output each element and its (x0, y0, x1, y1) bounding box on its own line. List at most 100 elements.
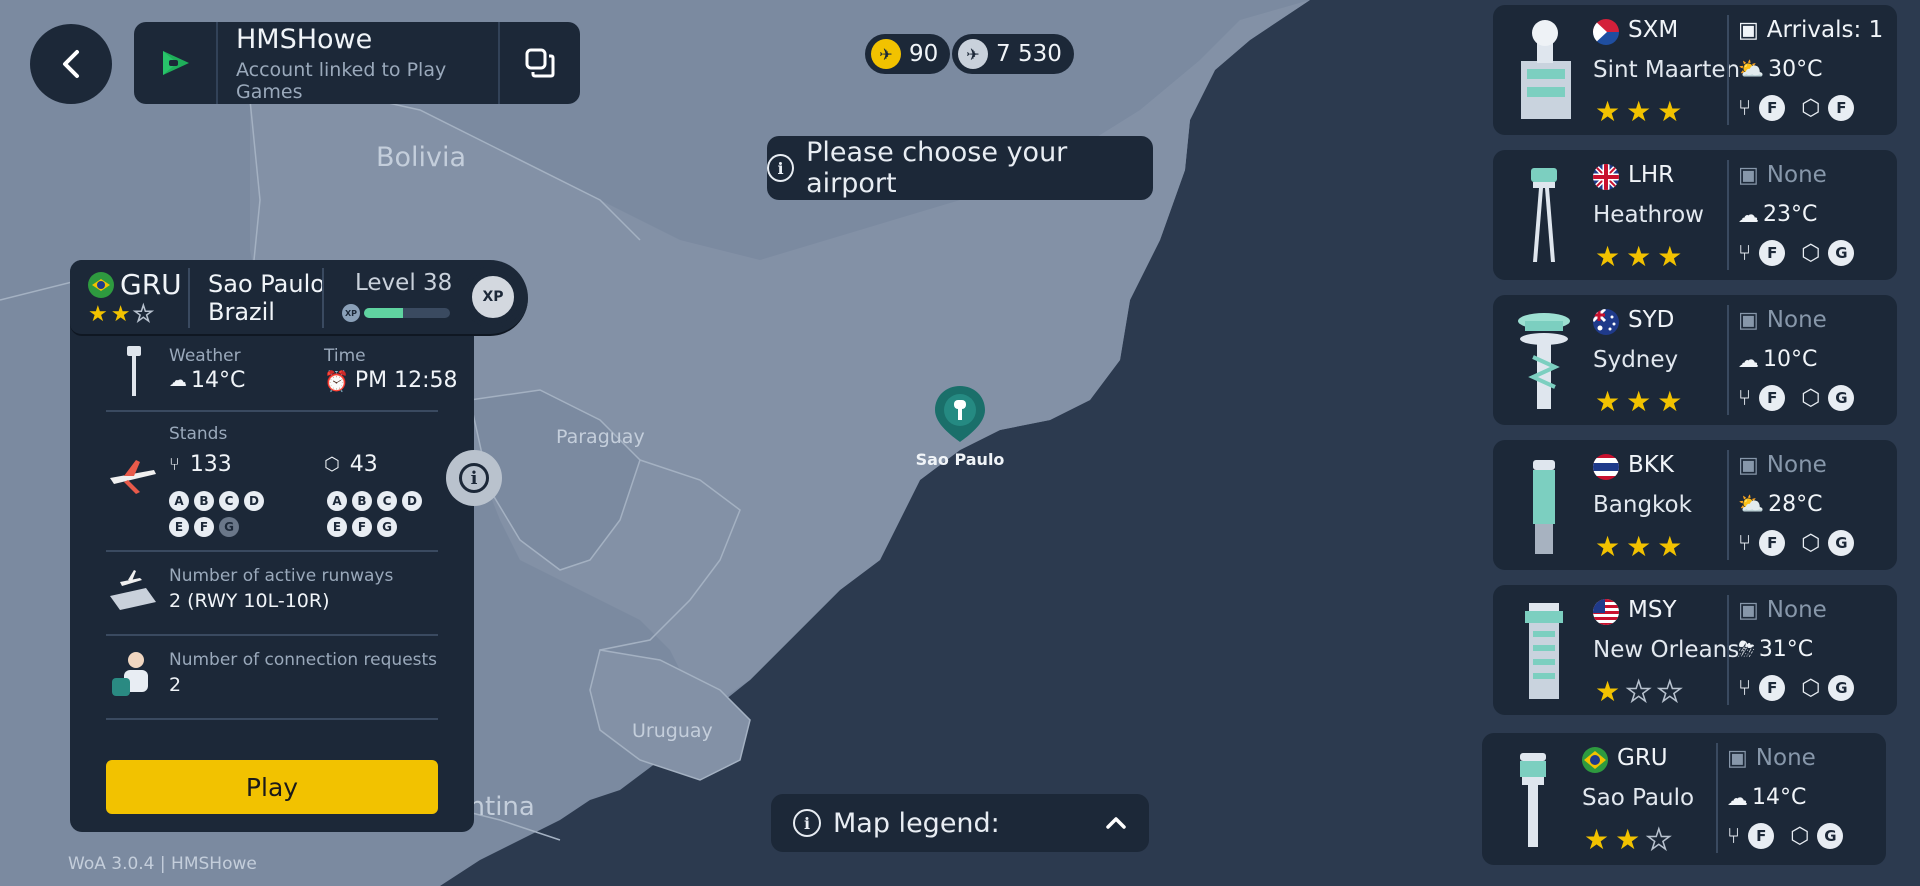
coin-icon: ✈ (871, 39, 901, 69)
class-badge: B (352, 491, 372, 511)
cargo-box-icon: ⬡ (1801, 240, 1821, 266)
plane-coin-icon: ✈ (958, 39, 988, 69)
airport-stars: ★★★ (1595, 240, 1688, 273)
airport-temp: 14°C (1752, 785, 1807, 810)
class-badge: D (402, 491, 422, 511)
airport-card-gru[interactable]: GRU Sao Paulo ★★★ ▣ None ☁ 14°C ⑂ F ⬡ G (1482, 733, 1886, 865)
connections-label: Number of connection requests (169, 650, 438, 670)
star-filled-icon: ★ (1657, 385, 1689, 418)
cargo-stands: ⬡ 43 (324, 452, 378, 477)
passenger-class-badge: F (1759, 675, 1786, 701)
airport-weather: ⛅ 30°C (1738, 57, 1823, 82)
divider (322, 268, 324, 328)
airport-card-syd[interactable]: SYD Sydney ★★★ ▣ None ☁ 10°C ⑂ F ⬡ G (1493, 295, 1897, 425)
play-button[interactable]: Play (106, 760, 438, 814)
airport-info-button[interactable]: i (446, 450, 502, 506)
cloud-icon: ☁ (1738, 202, 1759, 227)
map-legend-toggle[interactable]: i Map legend: (771, 794, 1149, 852)
passenger-class-badge: F (1759, 385, 1786, 411)
control-tower-icon (1503, 597, 1585, 703)
account-panel[interactable]: HMSHowe Account linked to Play Games (134, 22, 580, 104)
weather-value: ☁ 14°C (169, 368, 245, 393)
map-label-uruguay: Uruguay (632, 720, 713, 742)
time-text: PM 12:58 (354, 368, 458, 393)
airport-capacity: ⑂ F ⬡ G (1738, 530, 1855, 556)
passenger-stands-value: 133 (189, 452, 232, 477)
runway-icon (110, 570, 156, 610)
choose-airport-text: Please choose your airport (806, 137, 1068, 199)
class-badge: A (327, 491, 347, 511)
sun-cloud-icon: ⛅ (1738, 57, 1765, 81)
cloud-icon: ☁ (1727, 785, 1748, 810)
passenger-stands: ⑂ 133 (169, 452, 232, 477)
seat-icon: ⑂ (1738, 675, 1752, 701)
airport-weather: ☁ 10°C (1738, 347, 1817, 372)
flag-brazil-icon (88, 272, 114, 298)
airport-pin-sao-paulo[interactable] (932, 384, 988, 444)
airport-temp: 30°C (1768, 57, 1823, 82)
xp-button[interactable]: XP (466, 270, 520, 324)
airport-temp: 23°C (1763, 202, 1818, 227)
coins-counter: ✈ 90 (865, 34, 951, 74)
star-filled-icon: ★ (1595, 530, 1627, 563)
seat-icon: ⑂ (1738, 95, 1752, 121)
star-filled-icon: ★ (110, 302, 134, 327)
star-empty-icon: ★ (1625, 674, 1658, 709)
chevron-up-icon (1106, 817, 1126, 829)
airport-card-lhr[interactable]: LHR Heathrow ★★★ ▣ None ☁ 23°C ⑂ F ⬡ G (1493, 150, 1897, 280)
cargo-box-icon: ⬡ (1801, 95, 1821, 121)
airport-card-bkk[interactable]: BKK Bangkok ★★★ ▣ None ⛅ 28°C ⑂ F ⬡ G (1493, 440, 1897, 570)
class-badge: B (194, 491, 214, 511)
airport-city: Sydney (1593, 347, 1679, 373)
airport-stars: ★★★ (1595, 530, 1688, 563)
star-filled-icon: ★ (1595, 240, 1627, 273)
flag-au-icon (1593, 309, 1619, 335)
class-badge: F (352, 517, 372, 537)
airplane-icon (110, 460, 156, 494)
airport-city: New Orleans (1593, 637, 1740, 663)
seat-icon: ⑂ (1738, 385, 1752, 411)
arrivals-text: None (1766, 452, 1827, 478)
switch-account-button[interactable] (498, 22, 580, 104)
control-tower-icon (1503, 452, 1585, 558)
cargo-class-badges: ABCD EFG (327, 490, 437, 537)
level-label: Level 38 (355, 270, 453, 296)
airport-city: Bangkok (1593, 492, 1692, 518)
arrivals-status: ▣ None (1738, 452, 1827, 478)
arrivals-status: ▣ None (1738, 162, 1827, 188)
star-empty-icon: ★ (133, 301, 157, 328)
star-filled-icon: ★ (1595, 385, 1627, 418)
arrivals-text: None (1766, 597, 1827, 623)
back-button[interactable] (30, 24, 112, 104)
stands-label: Stands (169, 424, 228, 444)
arrivals-text: None (1766, 307, 1827, 333)
class-badge: A (169, 491, 189, 511)
weather-label: Weather (169, 346, 241, 366)
flag-sxm-icon (1593, 19, 1619, 45)
xp-small-icon: XP (342, 304, 360, 322)
passenger-class-badges: ABCD EFG (169, 490, 279, 537)
airport-temp: 28°C (1768, 492, 1823, 517)
account-name: HMSHowe (236, 23, 373, 55)
airport-weather: ⛈ 31°C (1738, 637, 1813, 662)
arrivals-status: ▣ None (1738, 597, 1827, 623)
airport-stars: ★★★ (1595, 385, 1688, 418)
account-subtitle: Account linked to Play Games (236, 58, 447, 103)
divider (106, 718, 438, 720)
seat-icon: ⑂ (1738, 530, 1752, 556)
cargo-class-badge: F (1828, 95, 1855, 121)
map-label-paraguay: Paraguay (556, 426, 645, 448)
passenger-class-badge: F (1759, 530, 1786, 556)
star-filled-icon: ★ (1657, 95, 1689, 128)
flag-th-icon (1593, 454, 1619, 480)
airport-card-sxm[interactable]: SXM Sint Maarten ★★★ ▣ Arrivals: 1 ⛅ 30°C ⑂ F ⬡ F (1493, 5, 1897, 135)
airport-card-msy[interactable]: MSY New Orleans ★★★ ▣ None ⛈ 31°C ⑂ F ⬡ G (1493, 585, 1897, 715)
runways-label: Number of active runways (169, 566, 394, 586)
cloud-icon: ☁ (1738, 347, 1759, 372)
star-filled-icon: ★ (1584, 823, 1616, 856)
star-filled-icon: ★ (1626, 240, 1658, 273)
divider (1716, 743, 1718, 853)
airport-city: Sint Maarten (1593, 57, 1741, 83)
passenger-class-badge: F (1748, 823, 1775, 849)
info-icon: i (459, 463, 489, 493)
